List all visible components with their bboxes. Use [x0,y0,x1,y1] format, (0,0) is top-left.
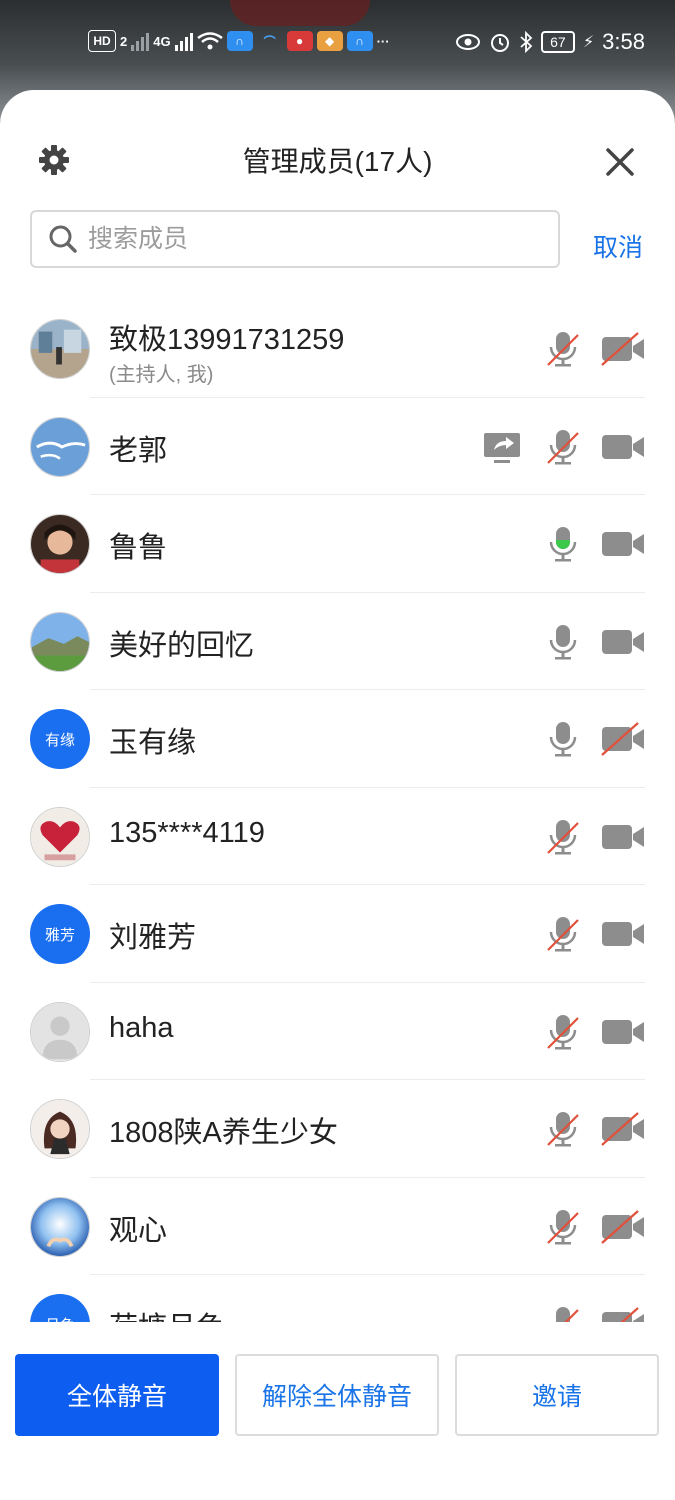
camera-icon[interactable] [600,1014,646,1050]
more-notifications: ··· [376,33,390,49]
member-name: 致极13991731259 [109,324,345,356]
footer-actions: 全体静音 解除全体静音 邀请 [0,1322,675,1500]
camera-off-icon[interactable] [600,721,646,757]
camera-icon[interactable] [600,916,646,952]
member-name: 刘雅芳 [109,922,197,954]
member-row[interactable]: 老郭 [0,398,675,496]
network-type: 4G [153,33,171,49]
microphone-muted-icon[interactable] [540,1014,586,1050]
camera-icon[interactable] [600,526,646,562]
member-name: 荷塘月色 [109,1304,225,1322]
app-bird-icon: ⌒ [263,34,276,49]
member-name: 美好的回忆 [109,629,255,662]
charging-icon: ⚡ [582,34,595,51]
sim-2-label: 2 [120,33,128,49]
member-row[interactable]: 135****4119 [0,788,675,886]
battery-level: 67 [540,31,575,53]
member-name: 1808陕A养生少女 [109,1117,338,1149]
camera-icon[interactable] [600,819,646,855]
avatar [30,1099,90,1159]
unmute-all-button[interactable]: 解除全体静音 [235,1354,439,1436]
app-red-icon: ◆ [316,31,343,51]
eye-icon [455,34,480,50]
avatar [30,514,90,574]
camera-off-icon[interactable] [600,1306,646,1322]
mute-all-button[interactable]: 全体静音 [15,1354,219,1436]
avatar [30,319,90,379]
sheet-header: 管理成员(17人) [0,90,675,230]
status-right: 67 ⚡ 3:58 [455,29,645,55]
app-notification-icon: ∩ [226,31,253,51]
hd-badge: HD [88,30,116,52]
signal-icon [131,31,150,51]
avatar [30,416,90,477]
camera-icon[interactable] [600,429,646,465]
close-icon[interactable] [604,146,636,178]
avatar [30,1001,90,1062]
microphone-muted-icon[interactable] [540,1111,586,1147]
member-row[interactable]: 月色 荷塘月色 [0,1275,675,1322]
member-row[interactable]: 观心 [0,1178,675,1276]
status-bar: HD 2 4G ∩ ⌒ ● ◆ ∩ ··· 67 ⚡ 3:58 [0,26,675,58]
member-row[interactable]: 美好的回忆 [0,593,675,691]
cancel-button[interactable]: 取消 [593,228,643,264]
member-name: 观心 [109,1214,168,1247]
avatar-text: 有缘 [30,709,90,769]
app-notification-icon-2: ∩ [346,31,373,51]
background-decoration [230,0,370,26]
invite-button[interactable]: 邀请 [455,1354,659,1436]
camera-off-icon[interactable] [600,331,646,367]
microphone-muted-icon[interactable] [540,429,586,465]
status-left: HD 2 4G ∩ ⌒ ● ◆ ∩ ··· [88,30,390,52]
member-name: 135****4119 [109,816,265,849]
member-role: (主持人, 我) [109,364,214,386]
camera-off-icon[interactable] [600,1111,646,1147]
camera-off-icon[interactable] [600,1209,646,1245]
microphone-icon[interactable] [540,721,586,757]
avatar [30,611,90,672]
member-name: 鲁鲁 [109,532,168,564]
search-icon [49,225,77,253]
manage-members-sheet: 管理成员(17人) 取消 致极13991731259 (主持人, 我) 老郭鲁鲁美好… [0,90,675,1500]
sheet-title: 管理成员(17人) [242,146,433,177]
member-row[interactable]: 有缘 玉有缘 [0,690,675,788]
search-box[interactable] [30,210,560,268]
member-row[interactable]: 致极13991731259 (主持人, 我) [0,300,675,398]
member-name: 玉有缘 [109,727,197,759]
avatar [30,806,90,867]
microphone-icon[interactable] [540,624,586,660]
microphone-muted-icon[interactable] [540,819,586,855]
microphone-muted-icon[interactable] [540,331,586,367]
microphone-muted-icon[interactable] [540,916,586,952]
camera-icon[interactable] [600,624,646,660]
clock: 3:58 [602,29,645,54]
alarm-icon [490,34,509,52]
microphone-muted-icon[interactable] [540,1306,586,1322]
screen-share-icon [480,429,526,465]
member-row[interactable]: 鲁鲁 [0,495,675,593]
avatar-text: 雅芳 [30,904,90,964]
signal-strong-icon [174,31,193,51]
microphone-app-icon: ● [286,31,313,51]
avatar-text: 月色 [30,1294,90,1322]
member-row[interactable]: 雅芳 刘雅芳 [0,885,675,983]
bluetooth-icon [520,31,533,53]
microphone-speaking-icon[interactable] [540,526,586,562]
member-row[interactable]: haha [0,983,675,1081]
microphone-muted-icon[interactable] [540,1209,586,1245]
member-list: 致极13991731259 (主持人, 我) 老郭鲁鲁美好的回忆有缘 玉有缘 135**… [0,300,675,1322]
member-row[interactable]: 1808陕A养生少女 [0,1080,675,1178]
member-name: haha [109,1011,174,1044]
search-input[interactable] [86,223,530,255]
member-name: 老郭 [109,434,168,467]
wifi-icon [196,32,223,50]
avatar [30,1196,90,1257]
